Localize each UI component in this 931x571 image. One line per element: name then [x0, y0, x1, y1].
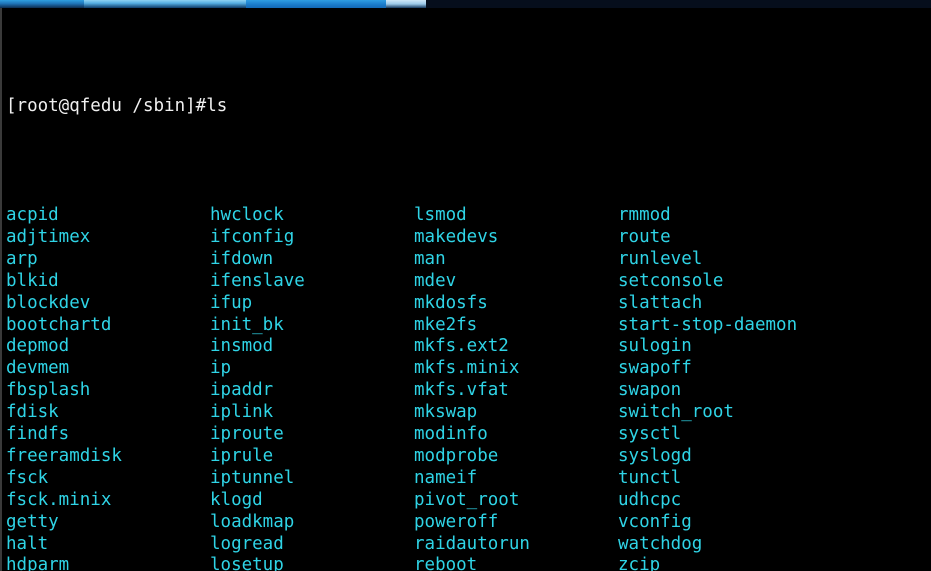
sbin-row: devmem ip mkfs.minix swapoff	[0, 358, 931, 380]
sbin-entry: iplink	[210, 402, 274, 423]
sbin-entry: mke2fs	[414, 314, 478, 335]
sbin-entry: modinfo	[414, 424, 488, 445]
sbin-entry: ifup	[210, 292, 253, 313]
sbin-entry: tunctl	[618, 467, 682, 488]
sbin-entry: route	[618, 227, 671, 248]
sbin-entry: mkfs.ext2	[414, 336, 509, 357]
sbin-entry: slattach	[618, 292, 703, 313]
sbin-entry: raidautorun	[414, 533, 530, 554]
sbin-entry: lsmod	[414, 205, 467, 226]
sbin-entry: hwclock	[210, 205, 284, 226]
sbin-row: blkid ifenslave mdev setconsole	[0, 271, 931, 293]
sbin-row: depmod insmod mkfs.ext2 sulogin	[0, 336, 931, 358]
sbin-entry: zcip	[618, 555, 661, 571]
sbin-entry: adjtimex	[6, 227, 91, 248]
sbin-row: arp ifdown man runlevel	[0, 249, 931, 271]
sbin-row: hdparm losetup reboot zcip	[0, 555, 931, 571]
tab-strip-filler	[426, 0, 931, 8]
sbin-entry: ipaddr	[210, 380, 274, 401]
sbin-entry: man	[414, 248, 446, 269]
sbin-row: blockdev ifup mkdosfs slattach	[0, 293, 931, 315]
sbin-entry: syslogd	[618, 445, 692, 466]
sbin-entry: blkid	[6, 270, 59, 291]
sbin-entry: fsck	[6, 467, 49, 488]
command-text: ls	[206, 95, 228, 116]
sbin-entry: depmod	[6, 336, 70, 357]
sbin-entry: hdparm	[6, 555, 70, 571]
sbin-entry: watchdog	[618, 533, 703, 554]
sbin-entry: makedevs	[414, 227, 499, 248]
sbin-entry: loadkmap	[210, 511, 295, 532]
sbin-entry: acpid	[6, 205, 59, 226]
sbin-entry: rmmod	[618, 205, 671, 226]
sbin-entry: switch_root	[618, 402, 734, 423]
sbin-entry: fbsplash	[6, 380, 91, 401]
sbin-entry: findfs	[6, 424, 70, 445]
sbin-entry: init_bk	[210, 314, 284, 335]
terminal-output-area[interactable]: [root@qfedu /sbin]#ls acpid hwclock lsmod r…	[0, 8, 931, 571]
sbin-entry: getty	[6, 511, 59, 532]
prompt-string: [root@qfedu /sbin]#	[6, 95, 207, 116]
terminal-window: [root@qfedu /sbin]#ls acpid hwclock lsmod r…	[0, 0, 931, 571]
sbin-entry: iprule	[210, 445, 274, 466]
sbin-entry: mdev	[414, 270, 457, 291]
sbin-entry: ifdown	[210, 248, 274, 269]
sbin-entry: ifenslave	[210, 270, 305, 291]
sbin-entry: start-stop-daemon	[618, 314, 798, 335]
sbin-entry: modprobe	[414, 445, 499, 466]
sbin-entry: swapon	[618, 380, 682, 401]
sbin-row: halt logread raidautorun watchdog	[0, 534, 931, 556]
tab-inactive-2[interactable]	[84, 0, 246, 8]
sbin-entry: nameif	[414, 467, 478, 488]
sbin-entry: mkfs.minix	[414, 358, 520, 379]
sbin-entry: devmem	[6, 358, 70, 379]
sbin-entry: ifconfig	[210, 227, 295, 248]
sbin-entry: sulogin	[618, 336, 692, 357]
sbin-entry: vconfig	[618, 511, 692, 532]
window-tab-strip[interactable]	[0, 0, 931, 8]
sbin-entry: ip	[210, 358, 232, 379]
sbin-entry: halt	[6, 533, 49, 554]
sbin-entry: iproute	[210, 424, 284, 445]
sbin-entry: blockdev	[6, 292, 91, 313]
sbin-entry: mkfs.vfat	[414, 380, 509, 401]
sbin-entry: sysctl	[618, 424, 682, 445]
sbin-row: bootchartd init_bk mke2fs start-stop-daemon	[0, 315, 931, 337]
sbin-entry: losetup	[210, 555, 284, 571]
sbin-entry: klogd	[210, 489, 263, 510]
prompt-line-ls-sbin: [root@qfedu /sbin]#ls	[0, 96, 931, 118]
sbin-entry: fdisk	[6, 402, 59, 423]
sbin-row: fdisk iplink mkswap switch_root	[0, 402, 931, 424]
tab-inactive-3[interactable]	[386, 0, 426, 8]
sbin-entry: runlevel	[618, 248, 703, 269]
sbin-entry: poweroff	[414, 511, 499, 532]
sbin-entry: reboot	[414, 555, 478, 571]
sbin-entry: mkdosfs	[414, 292, 488, 313]
sbin-row: fsck iptunnel nameif tunctl	[0, 468, 931, 490]
sbin-entry: pivot_root	[414, 489, 520, 510]
sbin-row: fsck.minix klogd pivot_root udhcpc	[0, 490, 931, 512]
sbin-entry: logread	[210, 533, 284, 554]
sbin-entry: arp	[6, 248, 38, 269]
sbin-row: findfs iproute modinfo sysctl	[0, 424, 931, 446]
sbin-row: fbsplash ipaddr mkfs.vfat swapon	[0, 380, 931, 402]
sbin-entry: setconsole	[618, 270, 724, 291]
sbin-listing: acpid hwclock lsmod rmmod adjtimex ifconfig ma…	[0, 205, 931, 571]
tab-inactive-1[interactable]	[0, 0, 84, 8]
sbin-entry: mkswap	[414, 402, 478, 423]
tab-active[interactable]	[246, 0, 386, 8]
sbin-row: freeramdisk iprule modprobe syslogd	[0, 446, 931, 468]
sbin-entry: iptunnel	[210, 467, 295, 488]
sbin-row: adjtimex ifconfig makedevs route	[0, 227, 931, 249]
sbin-entry: fsck.minix	[6, 489, 112, 510]
sbin-row: acpid hwclock lsmod rmmod	[0, 205, 931, 227]
sbin-entry: udhcpc	[618, 489, 682, 510]
sbin-entry: swapoff	[618, 358, 692, 379]
sbin-entry: insmod	[210, 336, 274, 357]
sbin-entry: freeramdisk	[6, 445, 122, 466]
sbin-entry: bootchartd	[6, 314, 112, 335]
sbin-row: getty loadkmap poweroff vconfig	[0, 512, 931, 534]
